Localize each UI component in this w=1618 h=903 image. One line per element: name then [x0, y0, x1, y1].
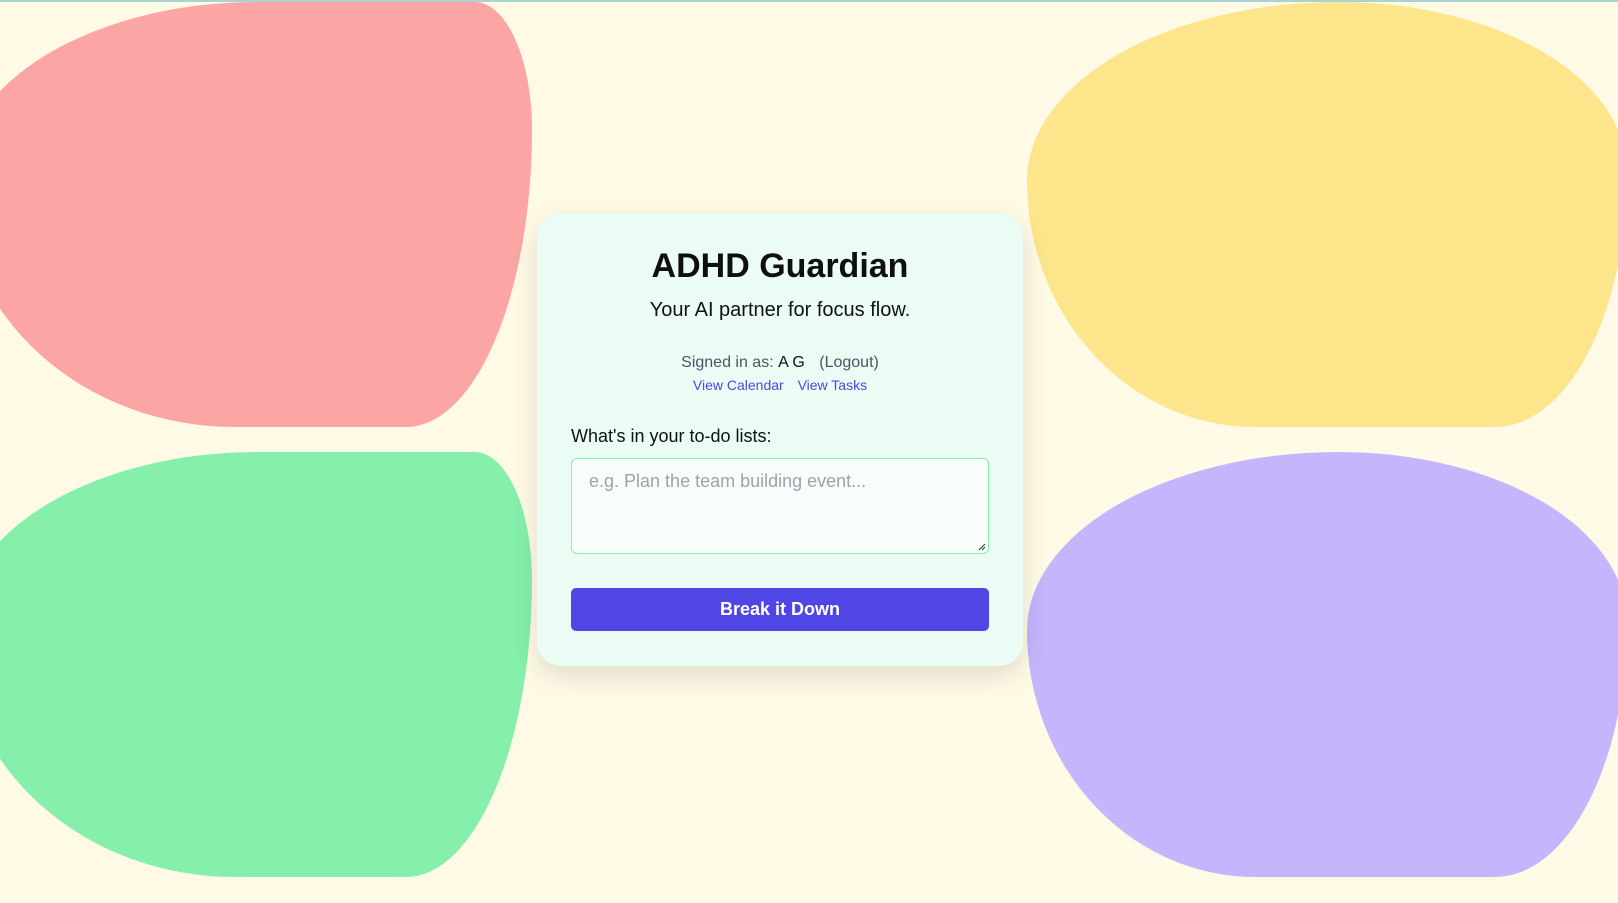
app-title: ADHD Guardian: [651, 247, 909, 285]
view-calendar-link[interactable]: View Calendar: [693, 377, 784, 393]
main-card: ADHD Guardian Your AI partner for focus …: [537, 213, 1023, 666]
nav-links: View Calendar View Tasks: [537, 377, 1023, 393]
todo-input[interactable]: [571, 458, 989, 554]
todo-input-label: What's in your to-do lists:: [571, 426, 772, 446]
decorative-blob-purple: [1027, 452, 1618, 877]
view-tasks-link[interactable]: View Tasks: [798, 377, 868, 393]
user-name: A G: [778, 354, 805, 371]
decorative-blob-yellow: [1027, 2, 1618, 427]
break-it-down-button[interactable]: Break it Down: [571, 588, 989, 631]
signed-in-label: Signed in as:: [681, 354, 774, 371]
resize-handle-icon[interactable]: [978, 543, 986, 551]
decorative-blob-green: [0, 452, 532, 877]
app-subtitle: Your AI partner for focus flow.: [649, 299, 911, 321]
logout-link[interactable]: (Logout): [819, 354, 879, 371]
decorative-blob-red: [0, 2, 532, 427]
signed-in-status: Signed in as: A G (Logout): [537, 354, 1023, 372]
